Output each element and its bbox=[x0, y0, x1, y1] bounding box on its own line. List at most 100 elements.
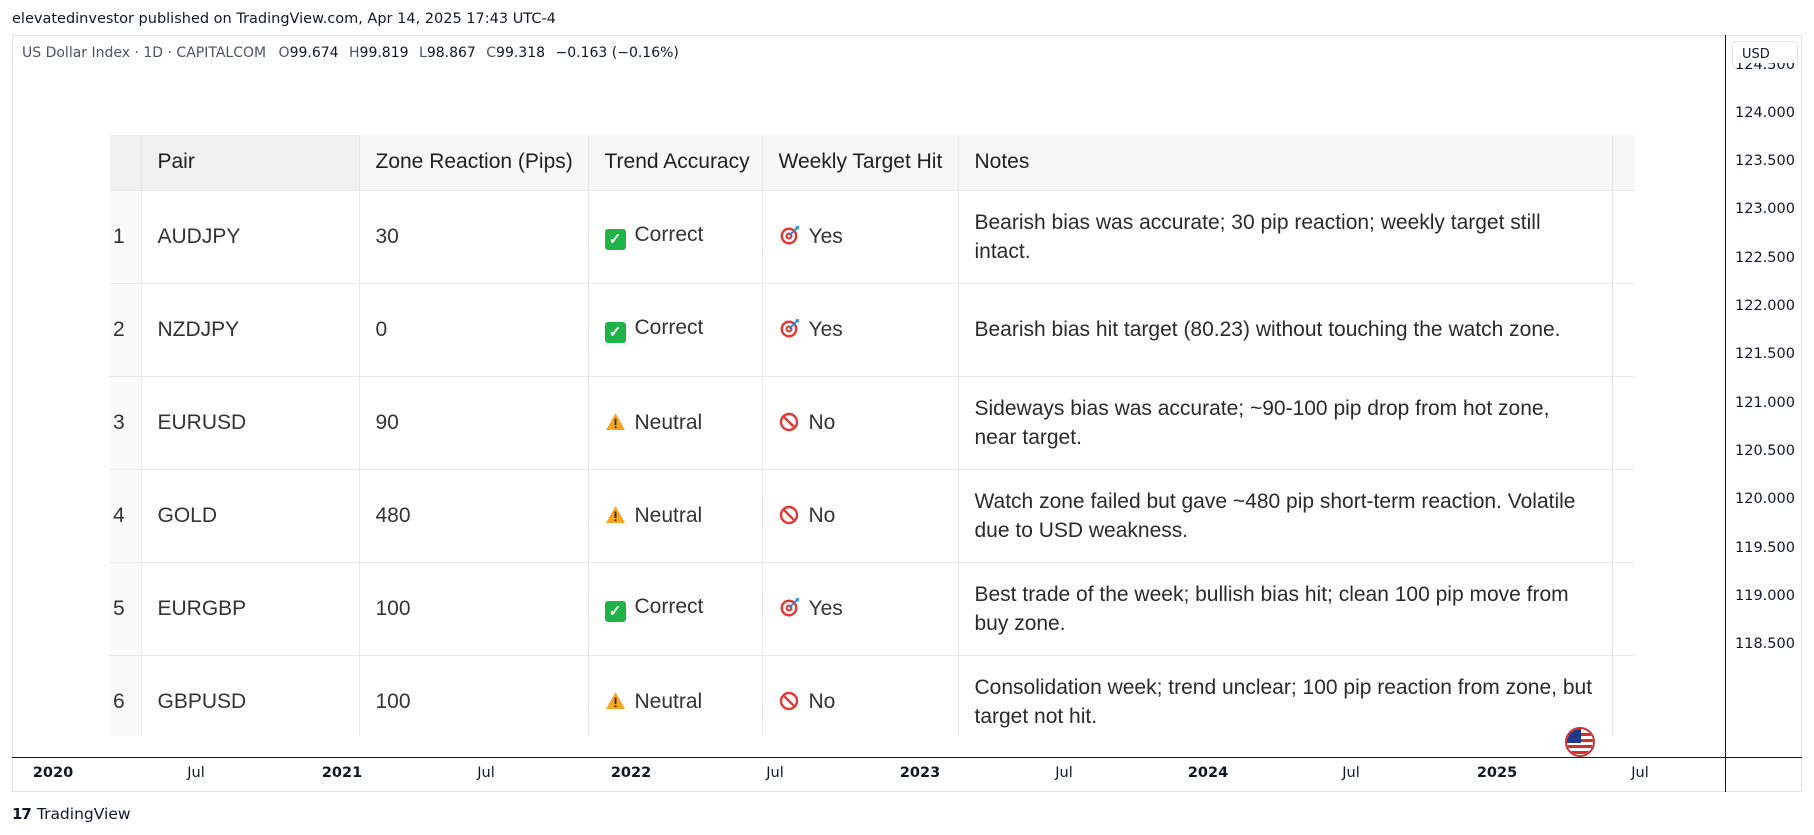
trend-accuracy-cell: Neutral bbox=[588, 655, 763, 736]
legend-close-value: 99.318 bbox=[496, 45, 546, 61]
legend-symbol[interactable]: US Dollar Index · 1D · CAPITALCOM bbox=[22, 45, 266, 61]
notes-cell-text: Bearish bias hit target (80.23) without … bbox=[974, 318, 1561, 341]
trend-accuracy-cell: ✓ Correct bbox=[588, 190, 763, 284]
header-extra bbox=[1612, 135, 1635, 191]
table-row: 1 AUDJPY 30 ✓ Correct Yes Bearish bias was acc… bbox=[110, 190, 1635, 284]
zone-reaction-cell: 100 bbox=[359, 562, 589, 656]
time-axis-label: Jul bbox=[477, 765, 495, 781]
weekly-target-cell: No bbox=[762, 376, 959, 470]
table-row: 6 GBPUSD 100 Neutral No Consolidation week; t… bbox=[110, 655, 1635, 736]
notes-cell: Best trade of the week; bullish bias hit… bbox=[958, 562, 1613, 656]
chart-legend: US Dollar Index · 1D · CAPITALCOM O99.67… bbox=[22, 45, 679, 61]
table-row: 3 EURUSD 90 Neutral No Sideways bias was accu… bbox=[110, 376, 1635, 470]
price-axis-label: 119.000 bbox=[1735, 588, 1795, 604]
pair-cell: GBPUSD bbox=[141, 655, 360, 736]
weekly-target-cell: Yes bbox=[762, 562, 959, 656]
extra-cell bbox=[1612, 655, 1635, 736]
extra-cell bbox=[1612, 469, 1635, 563]
row-index-cell: 1 bbox=[110, 190, 142, 284]
legend-high-value: 99.819 bbox=[359, 45, 409, 61]
publisher-attribution: elevatedinvestor published on TradingVie… bbox=[12, 11, 556, 27]
price-axis-label: 123.500 bbox=[1735, 153, 1795, 169]
zone-reaction-cell: 90 bbox=[359, 376, 589, 470]
pair-cell-text: EURUSD bbox=[157, 410, 247, 434]
price-axis-label: 122.500 bbox=[1735, 250, 1795, 266]
legend-open-label: O bbox=[278, 45, 290, 61]
extra-cell bbox=[1612, 283, 1635, 377]
weekly-target-cell-text: No bbox=[808, 503, 836, 527]
legend-open-value: 99.674 bbox=[289, 45, 339, 61]
pair-cell-text: EURGBP bbox=[157, 596, 247, 620]
row-index-cell: 6 bbox=[110, 655, 142, 736]
zone-reaction-cell-text: 480 bbox=[375, 503, 411, 527]
zone-reaction-cell: 480 bbox=[359, 469, 589, 563]
target-icon bbox=[779, 225, 800, 246]
tradingview-logo[interactable]: 17 TradingView bbox=[12, 805, 131, 823]
trend-accuracy-cell: Neutral bbox=[588, 376, 763, 470]
weekly-target-cell: Yes bbox=[762, 283, 959, 377]
zone-reaction-cell-text: 100 bbox=[375, 596, 411, 620]
trend-accuracy-cell: ✓ Correct bbox=[588, 562, 763, 656]
prohibited-icon bbox=[779, 505, 799, 525]
legend-high-label: H bbox=[349, 45, 360, 61]
row-index-cell-text: 3 bbox=[113, 410, 125, 434]
time-axis-label: 2023 bbox=[899, 765, 941, 781]
price-axis-label: 121.000 bbox=[1735, 395, 1795, 411]
warning-icon bbox=[605, 411, 626, 432]
notes-cell-text: Watch zone failed but gave ~480 pip shor… bbox=[974, 489, 1576, 542]
pair-cell-text: GBPUSD bbox=[157, 689, 247, 713]
time-axis-label: Jul bbox=[1631, 765, 1649, 781]
trend-accuracy-cell-text: Neutral bbox=[634, 410, 703, 434]
price-axis-label: 120.000 bbox=[1735, 491, 1795, 507]
price-axis-divider bbox=[1725, 35, 1726, 792]
weekly-target-cell-text: Yes bbox=[808, 596, 843, 620]
pair-cell-text: AUDJPY bbox=[157, 224, 241, 248]
notes-cell: Bearish bias was accurate; 30 pip reacti… bbox=[958, 190, 1613, 284]
zone-reaction-cell-text: 30 bbox=[375, 224, 399, 248]
target-icon bbox=[779, 318, 800, 339]
weekly-target-cell: No bbox=[762, 469, 959, 563]
pair-cell: AUDJPY bbox=[141, 190, 360, 284]
prohibited-icon bbox=[779, 691, 799, 711]
row-index-cell-text: 2 bbox=[113, 317, 125, 341]
price-axis-label: 120.500 bbox=[1735, 443, 1795, 459]
header-zone-reaction: Zone Reaction (Pips) bbox=[359, 135, 589, 191]
row-index-cell: 4 bbox=[110, 469, 142, 563]
results-table: Pair Zone Reaction (Pips) Trend Accuracy… bbox=[110, 135, 1635, 736]
notes-cell-text: Sideways bias was accurate; ~90-100 pip … bbox=[974, 396, 1550, 449]
table-row: 4 GOLD 480 Neutral No Watch zone failed but g… bbox=[110, 469, 1635, 563]
notes-cell: Bearish bias hit target (80.23) without … bbox=[958, 283, 1613, 377]
extra-cell bbox=[1612, 562, 1635, 656]
check-icon: ✓ bbox=[604, 601, 626, 622]
time-axis-label: 2020 bbox=[32, 765, 74, 781]
table-row: 5 EURGBP 100 ✓ Correct Yes Best trade of the w… bbox=[110, 562, 1635, 656]
tradingview-logo-text: TradingView bbox=[36, 805, 131, 823]
row-index-cell-text: 5 bbox=[113, 596, 125, 620]
warning-icon bbox=[605, 504, 626, 525]
row-index-cell: 5 bbox=[110, 562, 142, 656]
pair-cell: EURGBP bbox=[141, 562, 360, 656]
table-header-row: Pair Zone Reaction (Pips) Trend Accuracy… bbox=[110, 135, 1635, 191]
header-index bbox=[110, 135, 142, 191]
weekly-target-cell-text: Yes bbox=[808, 224, 843, 248]
pair-cell: GOLD bbox=[141, 469, 360, 563]
extra-cell bbox=[1612, 376, 1635, 470]
trend-accuracy-cell-text: Neutral bbox=[634, 689, 703, 713]
tradingview-logo-icon: 17 bbox=[12, 805, 32, 823]
warning-icon bbox=[605, 690, 626, 711]
table-image: Pair Zone Reaction (Pips) Trend Accuracy… bbox=[110, 135, 1635, 736]
table-row: 2 NZDJPY 0 ✓ Correct Yes Bearish bias hit targ… bbox=[110, 283, 1635, 377]
price-axis-label: 124.000 bbox=[1735, 105, 1795, 121]
header-weekly-target-hit: Weekly Target Hit bbox=[762, 135, 959, 191]
notes-cell-text: Best trade of the week; bullish bias hit… bbox=[974, 582, 1569, 635]
legend-change: −0.163 (−0.16%) bbox=[555, 45, 679, 61]
pair-cell: NZDJPY bbox=[141, 283, 360, 377]
notes-cell: Sideways bias was accurate; ~90-100 pip … bbox=[958, 376, 1613, 470]
notes-cell: Consolidation week; trend unclear; 100 p… bbox=[958, 655, 1613, 736]
weekly-target-cell-text: Yes bbox=[808, 317, 843, 341]
time-axis-label: Jul bbox=[1055, 765, 1073, 781]
legend-low-value: 98.867 bbox=[426, 45, 476, 61]
price-axis-label: 118.500 bbox=[1735, 636, 1795, 652]
pair-cell: EURUSD bbox=[141, 376, 360, 470]
us-flag-icon[interactable] bbox=[1565, 727, 1595, 757]
